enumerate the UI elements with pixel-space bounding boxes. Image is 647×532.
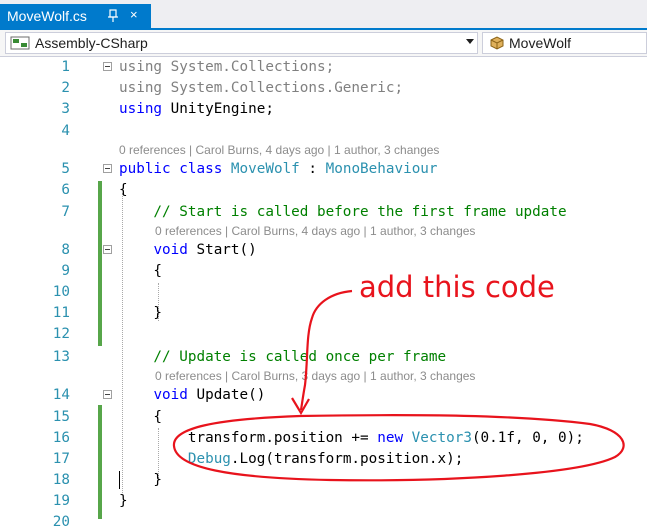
annotation-drawing <box>172 289 625 482</box>
annotation-arrowhead <box>291 397 310 416</box>
annotation-arrow <box>299 289 353 411</box>
annotation-circle <box>172 414 625 482</box>
